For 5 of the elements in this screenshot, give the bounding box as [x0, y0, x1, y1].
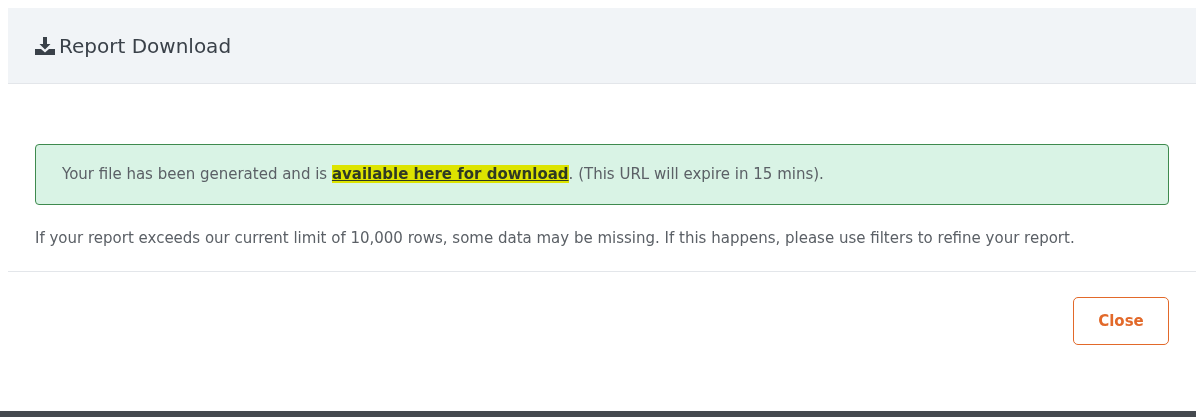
- alert-message: Your file has been generated and is available here for download. (This URL will expire in 15 mins).: [62, 164, 824, 186]
- download-icon: [35, 36, 55, 55]
- limit-note: If your report exceeds our current limit of 10,000 rows, some data may be missing. If this happens, please use filters to refine your report.: [35, 228, 1076, 249]
- modal-title: Report Download: [59, 32, 232, 60]
- download-link[interactable]: available here for download: [331, 165, 569, 184]
